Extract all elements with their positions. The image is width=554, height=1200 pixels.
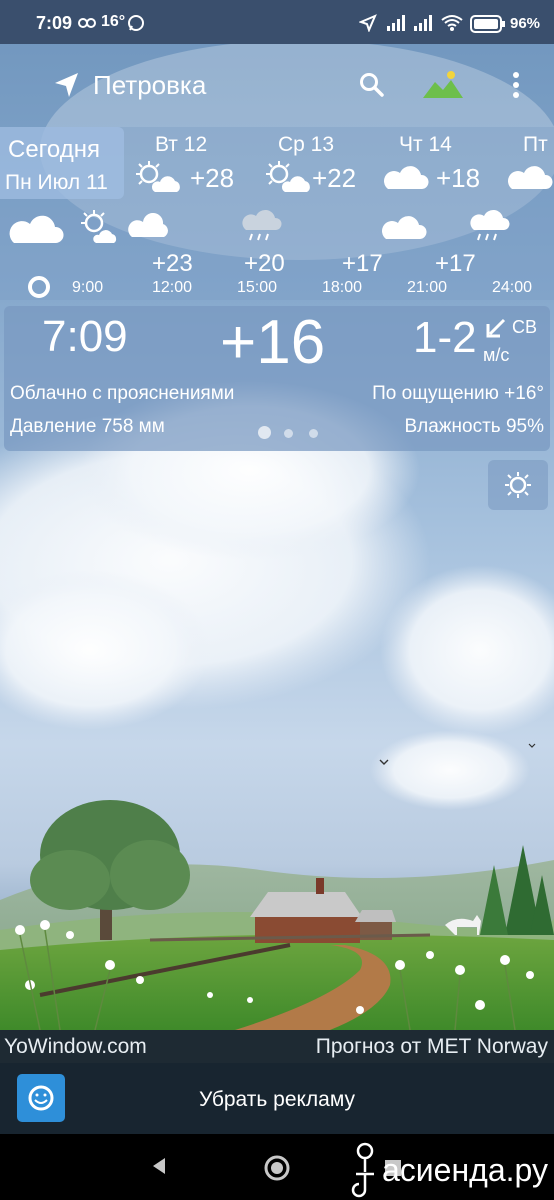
- hour-time: 21:00: [407, 279, 448, 296]
- provider-link[interactable]: Прогноз от MET Norway: [316, 1035, 548, 1059]
- signal-icon: [387, 15, 405, 31]
- day-name[interactable]: Пт: [523, 133, 548, 157]
- day-name[interactable]: Ср 13: [278, 133, 334, 157]
- day-name[interactable]: Чт 14: [399, 133, 452, 157]
- cloud-icon: [384, 166, 429, 189]
- hour-temp: +23: [152, 250, 193, 277]
- sun-icon: [505, 472, 531, 498]
- day-name[interactable]: Вт 12: [155, 133, 207, 157]
- wind-unit: м/с: [483, 345, 510, 365]
- hour-time: 12:00: [152, 279, 193, 296]
- watermark-text: асиенда.ру: [382, 1152, 548, 1188]
- hour-temp: +20: [244, 250, 285, 277]
- link-icon: [78, 18, 96, 28]
- battery-percent: 96%: [510, 15, 541, 32]
- hour-temp: +17: [435, 250, 476, 277]
- cloud-icon: [508, 166, 553, 189]
- location-title[interactable]: Петровка: [93, 70, 206, 101]
- partly-cloudy-icon: [266, 161, 310, 192]
- pressure-text: Давление 758 мм: [10, 416, 165, 437]
- hour-time: 15:00: [237, 279, 278, 296]
- condition-text: Облачно с прояснениями: [10, 383, 235, 404]
- day-temp[interactable]: +22: [312, 163, 356, 194]
- wind-direction: СВ: [512, 317, 538, 337]
- status-bar: 7:09 16° 96%: [0, 0, 554, 44]
- signal-icon-2: [414, 15, 432, 31]
- cloud-icon: [9, 215, 64, 243]
- status-time: 7:09: [36, 13, 73, 33]
- page-dot: [309, 429, 318, 438]
- back-icon[interactable]: [151, 1156, 167, 1176]
- remove-ads-button[interactable]: Убрать рекламу: [0, 1088, 554, 1112]
- wind-direction-arrow-icon: [486, 318, 506, 338]
- wifi-icon: [441, 15, 463, 31]
- brand-link[interactable]: YoWindow.com: [4, 1035, 147, 1059]
- day-temp[interactable]: +18: [436, 163, 480, 194]
- today-date[interactable]: Пн Июл 11: [5, 171, 108, 195]
- page-dot-active: [258, 426, 271, 439]
- hour-time: 24:00: [492, 279, 533, 296]
- sun-button[interactable]: [488, 460, 548, 510]
- navigation-arrow-icon[interactable]: [53, 71, 81, 99]
- hour-time: 9:00: [72, 279, 104, 296]
- wind-speed: 1-2: [413, 313, 477, 362]
- cloud-icon: [382, 216, 427, 239]
- watermark-logo-icon: [351, 1142, 374, 1198]
- current-time-marker-icon: [28, 276, 50, 298]
- today-label[interactable]: Сегодня: [8, 136, 100, 164]
- partly-cloudy-icon: [136, 161, 180, 192]
- rain-cloud-icon: [470, 209, 510, 241]
- day-temp[interactable]: +28: [190, 163, 234, 194]
- more-vert-icon[interactable]: [510, 70, 522, 100]
- cloud-icon: [128, 213, 168, 237]
- current-time: 7:09: [42, 312, 128, 361]
- feels-like-text: По ощущению +16°: [372, 383, 544, 404]
- location-arrow-icon: [359, 14, 377, 32]
- rain-cloud-icon: [242, 209, 282, 241]
- hour-time: 18:00: [322, 279, 363, 296]
- whatsapp-icon: [128, 15, 144, 31]
- battery-icon: [470, 15, 505, 33]
- status-temperature: 16°: [101, 13, 126, 30]
- home-icon[interactable]: [263, 1154, 291, 1182]
- page-dot: [284, 429, 293, 438]
- partly-cloudy-icon: [81, 210, 117, 243]
- search-icon[interactable]: [359, 72, 385, 98]
- hour-temp: +17: [342, 250, 383, 277]
- landscape-icon[interactable]: [421, 68, 465, 100]
- humidity-text: Влажность 95%: [404, 416, 544, 437]
- current-temperature: +16: [220, 308, 326, 377]
